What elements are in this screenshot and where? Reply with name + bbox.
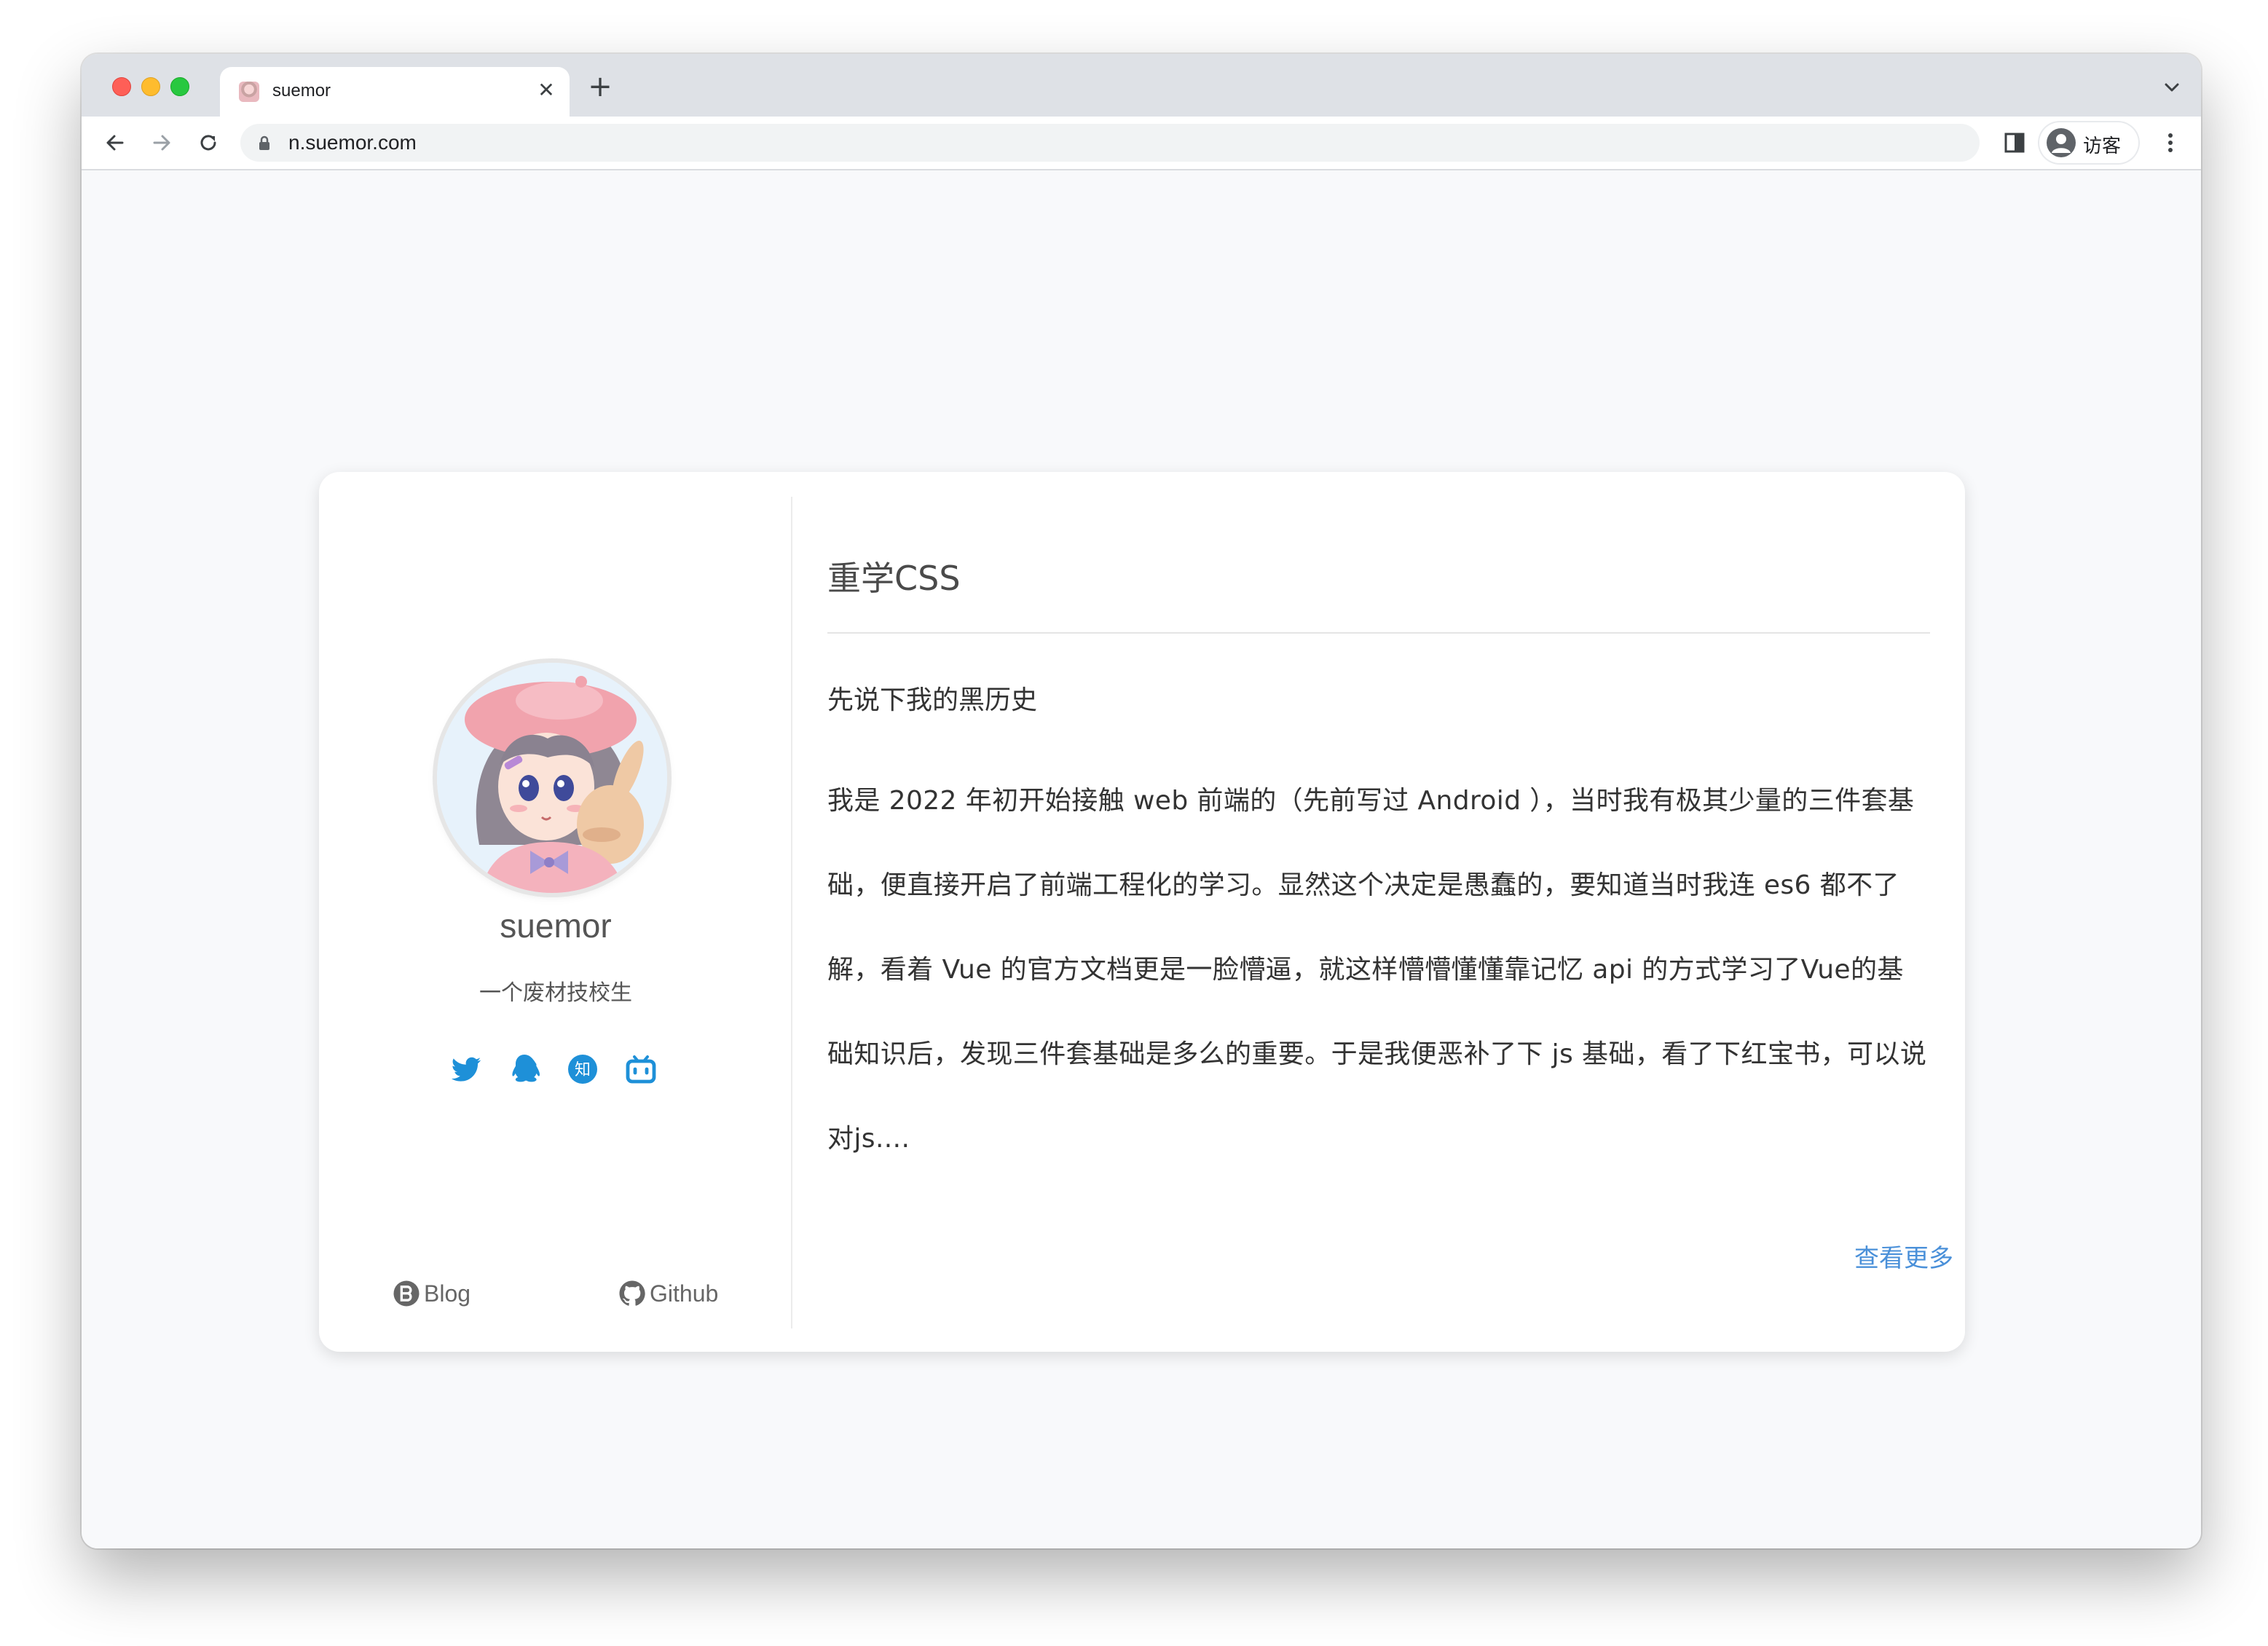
read-more-link[interactable]: 查看更多 [1854,1238,1953,1274]
minimize-window-button[interactable] [141,77,160,96]
close-window-button[interactable] [112,77,131,96]
forward-arrow-icon[interactable] [149,130,175,156]
blog-icon [393,1280,420,1307]
github-label: Github [650,1280,719,1307]
bilibili-icon[interactable] [623,1052,658,1087]
tab-strip: suemor ✕ + [82,54,2201,117]
side-panel-icon[interactable] [2003,131,2026,154]
post-intro: 先说下我的黑历史 [827,685,1038,715]
blog-link[interactable]: Blog [392,1277,470,1310]
profile-name: suemor [500,907,612,945]
avatar [437,663,667,893]
github-icon [619,1280,645,1306]
profile-button[interactable]: 访客 [2039,122,2138,163]
post-excerpt: 我是 2022 年初开始接触 web 前端的（先前写过 Android ），当时… [827,786,1927,1154]
blog-label: Blog [424,1280,471,1307]
column-divider [791,497,792,1328]
post-title[interactable]: 重学CSS [827,552,961,600]
tab-close-button[interactable]: ✕ [535,79,558,102]
qq-icon[interactable] [507,1052,542,1087]
zhihu-icon[interactable]: 知 [565,1052,600,1087]
url-text: n.suemor.com [288,131,417,154]
zhihu-glyph: 知 [575,1061,591,1079]
browser-toolbar: n.suemor.com 访客 [82,117,2201,170]
profile-card: suemor 一个废材技校生 知 Blog Github 重学CSS 先说下我的… [319,472,1965,1352]
browser-window: suemor ✕ + n.suemor.com 访客 suemor 一个废材技校… [82,54,2201,1548]
active-tab[interactable]: suemor ✕ [220,67,570,117]
profile-label: 访客 [2083,135,2122,157]
page-viewport: suemor 一个废材技校生 知 Blog Github 重学CSS 先说下我的… [82,170,2201,1548]
favicon-icon [239,82,259,102]
tab-title: suemor [272,81,331,101]
twitter-icon[interactable] [449,1052,484,1087]
reload-icon[interactable] [195,130,221,156]
back-arrow-icon[interactable] [102,130,128,156]
more-options-icon[interactable] [2166,131,2175,154]
maximize-window-button[interactable] [170,77,189,96]
profile-avatar-icon [2047,128,2076,157]
title-divider [827,632,1930,634]
lock-icon [259,135,269,150]
new-tab-button[interactable]: + [586,72,615,102]
github-link[interactable]: Github [618,1277,718,1310]
address-bar[interactable]: n.suemor.com [240,124,1980,162]
social-links: 知 [449,1052,667,1087]
profile-bio: 一个废材技校生 [479,980,632,1006]
tab-search-chevron-icon[interactable] [2163,82,2181,93]
